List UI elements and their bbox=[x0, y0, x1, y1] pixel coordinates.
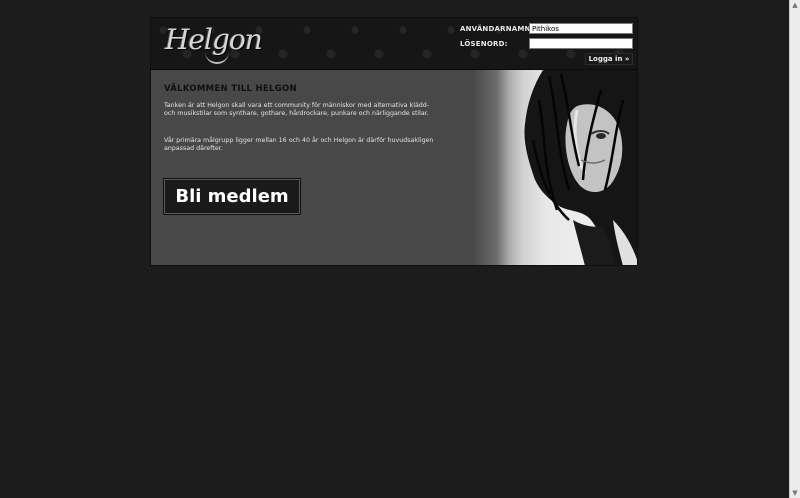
password-label: LÖSENORD: bbox=[460, 40, 508, 48]
helgon-logo[interactable]: Helgon bbox=[165, 20, 263, 66]
target-group-paragraph: Vår primära målgrupp ligger mellan 16 oc… bbox=[164, 137, 434, 153]
hero-photo-illustration bbox=[524, 70, 637, 265]
welcome-section: VÄLKOMMEN TILL HELGON Tanken är att Helg… bbox=[151, 70, 473, 265]
logo-swash bbox=[205, 50, 229, 64]
username-field[interactable] bbox=[529, 23, 633, 34]
join-button[interactable]: Bli medlem bbox=[164, 179, 300, 214]
intro-paragraph: Tanken är att Helgon skall vara ett comm… bbox=[164, 102, 430, 118]
login-card: Helgon ANVÄNDARNAMN: LÖSENORD: Logga in … bbox=[150, 17, 638, 266]
vertical-scrollbar[interactable]: ▲ ▼ bbox=[789, 0, 800, 498]
hero-photo bbox=[473, 70, 637, 265]
username-label: ANVÄNDARNAMN: bbox=[460, 25, 534, 33]
password-field[interactable] bbox=[529, 38, 633, 49]
site-header: Helgon ANVÄNDARNAMN: LÖSENORD: Logga in … bbox=[151, 18, 637, 70]
login-button[interactable]: Logga in » bbox=[585, 53, 633, 65]
scroll-up-arrow-icon[interactable]: ▲ bbox=[790, 0, 800, 10]
welcome-heading: VÄLKOMMEN TILL HELGON bbox=[164, 84, 297, 94]
scroll-down-arrow-icon[interactable]: ▼ bbox=[790, 488, 800, 498]
